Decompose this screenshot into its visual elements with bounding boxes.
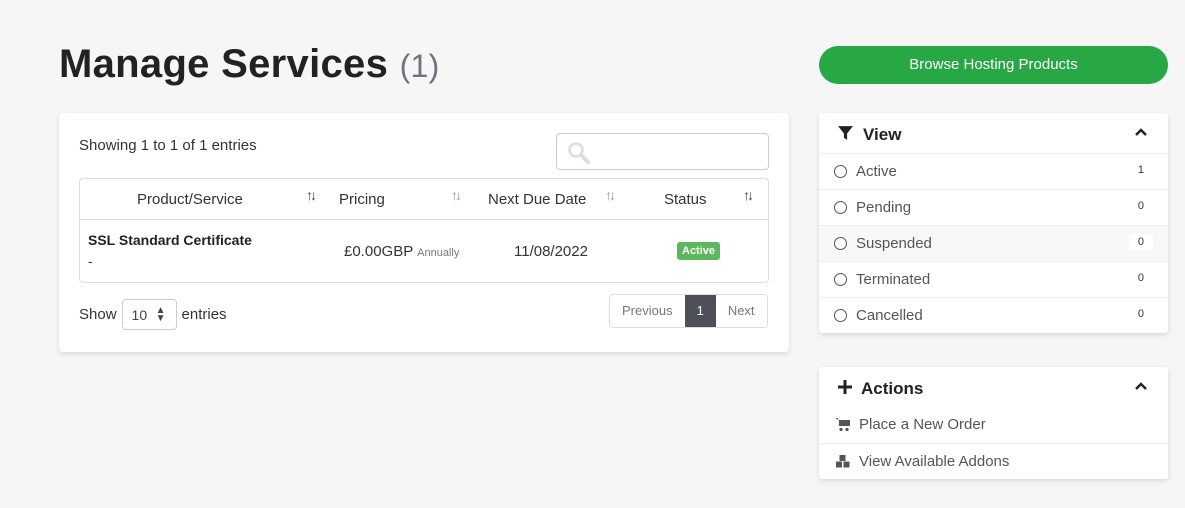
- pagination: Previous 1 Next: [609, 294, 768, 328]
- page-size-control: Show 10 ▲ ▼ entries: [79, 299, 227, 330]
- price-amount: £0.00GBP: [344, 243, 413, 260]
- filter-icon: [838, 126, 853, 140]
- actions-panel-header[interactable]: Actions: [819, 367, 1168, 407]
- sort-icon[interactable]: ↑↓: [451, 187, 462, 203]
- cart-icon: [835, 418, 850, 432]
- chevron-up-icon[interactable]: [1134, 379, 1148, 393]
- showing-entries: Showing 1 to 1 of 1 entries: [79, 137, 257, 154]
- actions-panel-title: Actions: [861, 379, 924, 398]
- chevron-up-icon[interactable]: [1134, 125, 1148, 139]
- services-card: Showing 1 to 1 of 1 entries Product/Serv…: [59, 113, 789, 352]
- sort-icon[interactable]: ↑↓: [605, 187, 616, 203]
- filter-suspended[interactable]: Suspended 0: [819, 225, 1168, 261]
- radio-icon[interactable]: [834, 201, 847, 214]
- place-new-order-link[interactable]: Place a New Order: [819, 407, 1168, 443]
- view-panel: View Active 1 Pending 0 Suspended 0 Termina…: [819, 113, 1168, 333]
- table-header: Product/Service ↑↓ Pricing ↑↓ Next Due D…: [80, 179, 768, 220]
- filter-label: Terminated: [856, 271, 931, 288]
- services-table: Product/Service ↑↓ Pricing ↑↓ Next Due D…: [79, 178, 769, 283]
- view-panel-title: View: [863, 125, 902, 144]
- next-button[interactable]: Next: [716, 295, 767, 327]
- filter-count: 0: [1137, 272, 1144, 284]
- col-pricing[interactable]: Pricing: [339, 191, 385, 208]
- radio-icon[interactable]: [834, 165, 847, 178]
- entries-label: entries: [181, 306, 227, 323]
- action-label: Place a New Order: [859, 416, 986, 433]
- plus-icon: [838, 380, 852, 394]
- filter-cancelled[interactable]: Cancelled 0: [819, 297, 1168, 333]
- browse-hosting-button[interactable]: Browse Hosting Products: [819, 46, 1168, 84]
- search-icon: [568, 142, 590, 164]
- filter-label: Pending: [856, 199, 912, 216]
- billing-cycle: Annually: [417, 247, 460, 259]
- view-addons-link[interactable]: View Available Addons: [819, 443, 1168, 479]
- col-due-date[interactable]: Next Due Date: [488, 191, 586, 208]
- filter-terminated[interactable]: Terminated 0: [819, 261, 1168, 297]
- radio-icon[interactable]: [834, 237, 847, 250]
- previous-button[interactable]: Previous: [610, 295, 685, 327]
- filter-label: Suspended: [856, 235, 932, 252]
- action-label: View Available Addons: [859, 453, 1010, 470]
- cubes-icon: [836, 455, 850, 468]
- product-domain: -: [88, 253, 93, 269]
- radio-icon[interactable]: [834, 273, 847, 286]
- product-name: SSL Standard Certificate: [88, 232, 252, 248]
- page-size-select[interactable]: 10 ▲ ▼: [121, 299, 177, 330]
- filter-active[interactable]: Active 1: [819, 153, 1168, 189]
- page-title-text: Manage Services: [59, 42, 389, 86]
- filter-count: 1: [1137, 164, 1144, 176]
- select-arrows-icon: ▲ ▼: [155, 305, 166, 324]
- table-row[interactable]: SSL Standard Certificate - £0.00GBP Annu…: [80, 220, 768, 282]
- show-label: Show: [79, 306, 117, 323]
- filter-count: 0: [1137, 308, 1144, 320]
- filter-label: Active: [856, 163, 897, 180]
- col-product[interactable]: Product/Service: [137, 191, 243, 208]
- filter-count: 0: [1128, 234, 1153, 250]
- filter-label: Cancelled: [856, 307, 923, 324]
- next-due-date: 11/08/2022: [514, 243, 588, 260]
- filter-pending[interactable]: Pending 0: [819, 189, 1168, 225]
- pricing: £0.00GBP Annually: [344, 243, 459, 260]
- status-badge: Active: [677, 242, 721, 260]
- col-status[interactable]: Status: [664, 191, 707, 208]
- service-count: (1): [399, 48, 440, 84]
- radio-icon[interactable]: [834, 309, 847, 322]
- page-size-value: 10: [131, 307, 148, 323]
- page-title: Manage Services (1): [59, 42, 440, 87]
- search-input[interactable]: [556, 133, 769, 170]
- sort-icon[interactable]: ↑↓: [743, 187, 754, 203]
- filter-count: 0: [1137, 200, 1144, 212]
- view-panel-header[interactable]: View: [819, 113, 1168, 153]
- actions-panel: Actions Place a New Order View Available…: [819, 367, 1168, 479]
- sort-icon[interactable]: ↑↓: [306, 187, 317, 203]
- page-1-button[interactable]: 1: [684, 295, 716, 327]
